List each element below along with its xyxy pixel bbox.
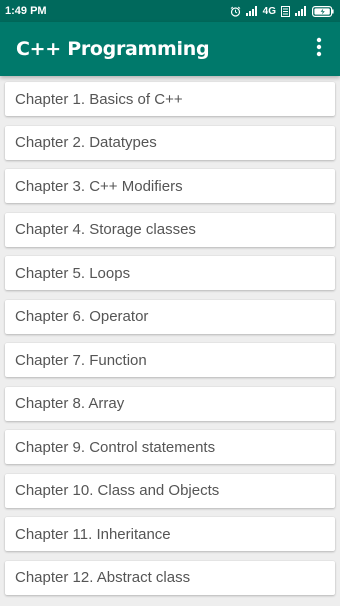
chapter-label: Chapter 6. Operator xyxy=(15,308,149,325)
network-type-icon xyxy=(281,5,290,17)
chapter-label: Chapter 12. Abstract class xyxy=(15,569,191,586)
chapter-item[interactable]: Chapter 11. Inheritance xyxy=(5,517,335,551)
chapter-item[interactable]: Chapter 9. Control statements xyxy=(5,430,335,464)
chapter-item[interactable]: Chapter 8. Array xyxy=(5,386,335,421)
chapter-label: Chapter 1. Basics of C++ xyxy=(15,90,183,108)
chapter-item[interactable]: Chapter 3. C++ Modifiers xyxy=(5,169,335,203)
chapter-item[interactable]: Chapter 1. Basics of C++ xyxy=(5,82,335,116)
chapter-item[interactable]: Chapter 4. Storage classes xyxy=(5,212,335,247)
chapter-label: Chapter 5. Loops xyxy=(15,264,131,282)
chapter-item[interactable]: Chapter 12. Abstract class xyxy=(5,560,335,595)
battery-icon xyxy=(312,5,334,17)
app-title: C++ Programming xyxy=(16,38,210,60)
status-time: 1:49 PM xyxy=(5,5,47,17)
chapter-label: Chapter 7. Function xyxy=(15,351,147,369)
status-bar: 1:49 PM 4G xyxy=(0,0,340,22)
chapter-item[interactable]: Chapter 5. Loops xyxy=(5,256,335,290)
chapter-label: Chapter 8. Array xyxy=(15,395,125,412)
alarm-icon xyxy=(230,6,241,17)
chapter-label: Chapter 4. Storage classes xyxy=(15,221,196,238)
chapter-item[interactable]: Chapter 2. Datatypes xyxy=(5,125,335,160)
chapter-label: Chapter 3. C++ Modifiers xyxy=(15,177,183,195)
chapter-label: Chapter 9. Control statements xyxy=(15,438,216,456)
status-icons: 4G xyxy=(230,5,334,17)
chapter-item[interactable]: Chapter 7. Function xyxy=(5,343,335,377)
network-type-label: 4G xyxy=(262,5,276,17)
chapter-item[interactable]: Chapter 6. Operator xyxy=(5,299,335,334)
app-bar: C++ Programming xyxy=(0,22,340,76)
overflow-menu-button[interactable] xyxy=(310,34,328,64)
chapter-label: Chapter 11. Inheritance xyxy=(15,525,171,543)
chapter-label: Chapter 10. Class and Objects xyxy=(15,482,220,499)
chapter-item[interactable]: Chapter 10. Class and Objects xyxy=(5,473,335,508)
signal-icon xyxy=(245,6,258,16)
signal-icon xyxy=(295,6,307,16)
chapter-label: Chapter 2. Datatypes xyxy=(15,134,157,151)
more-vert-icon xyxy=(316,37,322,61)
